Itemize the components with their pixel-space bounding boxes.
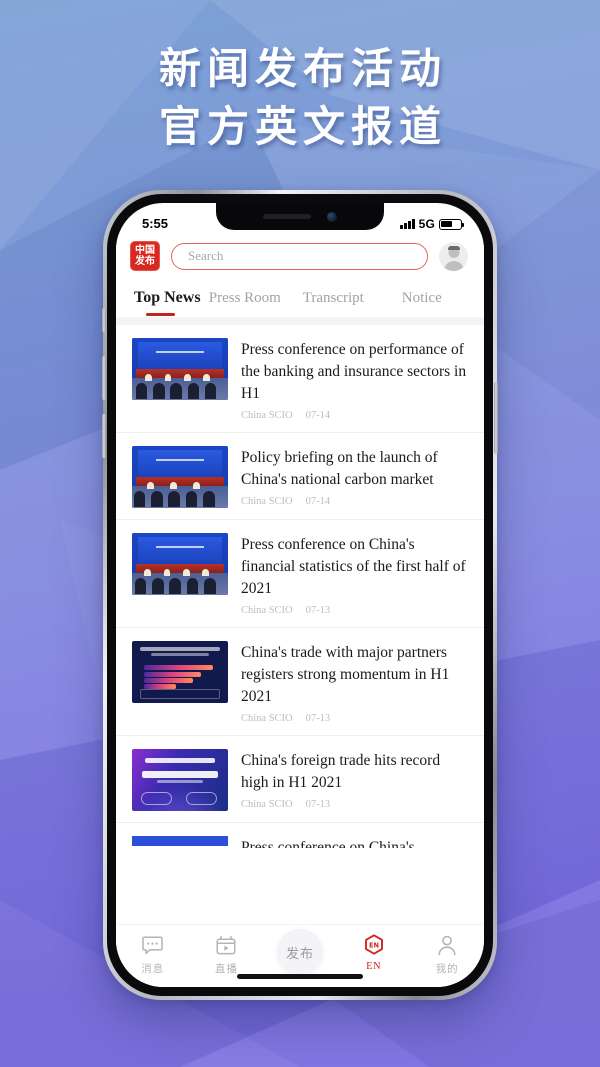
news-source: China SCIO [241,713,293,724]
news-source: China SCIO [241,496,293,507]
home-indicator[interactable] [237,974,363,979]
news-title: Press conference on China's financial st… [241,536,466,597]
press-conference-photo [132,533,228,595]
news-title: Press conference on performance of the b… [241,341,467,402]
tabs-separator [116,317,484,325]
news-date: 07-14 [305,496,331,507]
live-video-icon [198,933,254,957]
news-source: China SCIO [241,605,293,616]
news-body: Policy briefing on the launch of China's… [241,446,468,508]
publish-label: 发布 [285,946,314,962]
nav-label: 消息 [141,963,165,975]
silent-switch[interactable] [102,308,106,332]
list-item[interactable]: Press conference on China's financial st… [116,520,484,628]
en-hexagon-icon: EN [346,933,402,957]
press-conference-photo [132,446,228,508]
volume-down-button[interactable] [102,414,106,458]
publish-center-button[interactable]: 发布 [276,929,323,975]
nav-profile[interactable]: 我的 [419,933,475,976]
list-item[interactable]: Press conference on China's [116,823,484,848]
list-item[interactable]: Policy briefing on the launch of China's… [116,433,484,520]
news-body: China's trade with major partners regist… [241,641,468,724]
status-indicators: 5G [400,217,465,231]
news-date: 07-13 [305,713,331,724]
person-icon [419,933,475,957]
press-conference-photo [132,338,228,400]
news-body: Press conference on China's financial st… [241,533,468,616]
network-label: 5G [418,217,435,231]
phone-screen: 5:55 5G 中国 发布 Search Top News Press Room… [116,203,484,987]
phone-bezel: 5:55 5G 中国 发布 Search Top News Press Room… [107,194,493,996]
nav-messages[interactable]: 消息 [125,933,181,976]
tab-top-news[interactable]: Top News [134,289,201,316]
news-source: China SCIO [241,410,293,421]
tab-press-room[interactable]: Press Room [201,290,289,307]
nav-live[interactable]: 直播 [198,933,254,976]
tab-transcript[interactable]: Transcript [289,290,377,307]
clipped-thumbnail [132,836,228,846]
battery-icon [439,218,465,230]
news-title: Policy briefing on the launch of China's… [241,449,438,488]
list-item[interactable]: China's trade with major partners regist… [116,628,484,736]
nav-english[interactable]: EN EN [346,933,402,972]
news-meta: China SCIO 07-13 [241,799,468,810]
news-body: Press conference on China's [241,836,468,848]
news-title: Press conference on China's [241,839,415,848]
news-title: China's foreign trade hits record high i… [241,752,441,791]
news-meta: China SCIO 07-13 [241,713,468,724]
volume-up-button[interactable] [102,356,106,400]
logo-line-1: 中国 [135,245,155,256]
search-placeholder: Search [188,248,224,263]
news-date: 07-13 [305,799,331,810]
list-item[interactable]: China's foreign trade hits record high i… [116,736,484,823]
nav-label: EN [366,961,382,972]
nav-label: 我的 [435,963,459,975]
signal-bars-icon [400,219,415,229]
news-title: China's trade with major partners regist… [241,644,450,705]
avatar-hair [447,245,460,250]
news-body: China's foreign trade hits record high i… [241,749,468,811]
list-item[interactable]: Press conference on performance of the b… [116,325,484,433]
power-button[interactable] [494,382,498,454]
tab-label: Notice [401,289,442,306]
tab-label: Top News [134,289,201,306]
tab-label: Press Room [208,289,281,306]
avatar[interactable] [439,241,468,271]
tab-notice[interactable]: Notice [378,290,466,307]
svg-text:EN: EN [369,941,379,949]
news-meta: China SCIO 07-13 [241,605,468,616]
news-date: 07-13 [305,605,331,616]
foreign-trade-infographic [132,749,228,811]
news-source: China SCIO [241,799,293,810]
news-date: 07-14 [305,410,331,421]
app-logo[interactable]: 中国 发布 [130,241,160,271]
trade-infographic [132,641,228,703]
news-body: Press conference on performance of the b… [241,338,468,421]
status-bar: 5:55 5G [116,203,484,233]
app-top-bar: 中国 发布 Search [116,233,484,279]
category-tabs: Top News Press Room Transcript Notice [116,279,484,317]
message-bubble-icon [125,933,181,957]
status-time: 5:55 [142,216,169,231]
nav-publish[interactable]: 发布 [272,929,328,975]
logo-line-2: 发布 [135,256,155,267]
news-list[interactable]: Press conference on performance of the b… [116,325,484,925]
news-meta: China SCIO 07-14 [241,496,468,507]
tab-label: Transcript [302,289,364,306]
tab-active-underline [146,313,175,316]
search-input[interactable]: Search [171,242,428,270]
news-meta: China SCIO 07-14 [241,410,468,421]
avatar-body [443,260,464,271]
phone-mockup: 5:55 5G 中国 发布 Search Top News Press Room… [102,190,498,1000]
